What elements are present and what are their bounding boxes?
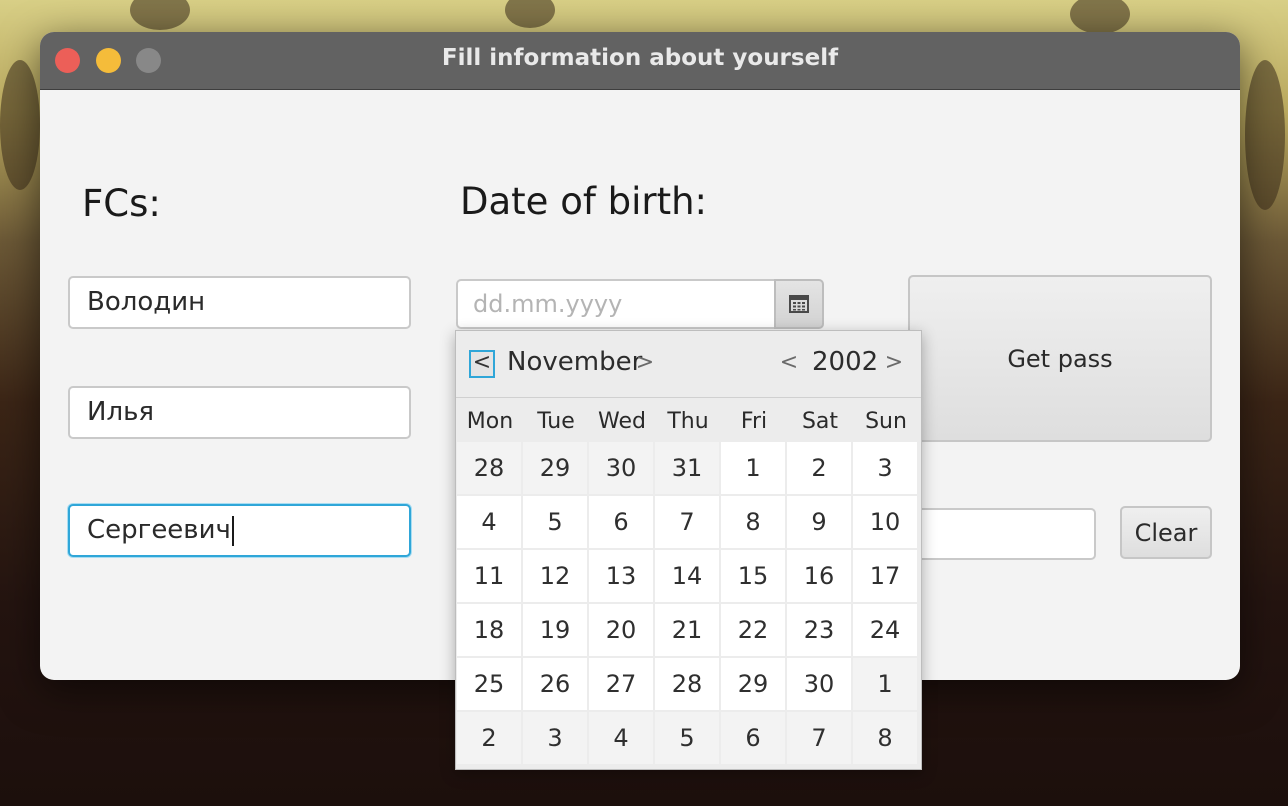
calendar-day-other-month[interactable]: 28 bbox=[457, 442, 523, 496]
get-pass-button[interactable]: Get pass bbox=[908, 275, 1212, 442]
window-title: Fill information about yourself bbox=[441, 45, 839, 71]
title-bar[interactable]: Fill information about yourself bbox=[40, 32, 1240, 90]
calendar-day-other-month[interactable]: 4 bbox=[589, 712, 655, 766]
calendar-button[interactable] bbox=[774, 279, 824, 329]
calendar-day[interactable]: 16 bbox=[787, 550, 853, 604]
patronymic-field[interactable]: Сергеевич bbox=[68, 504, 411, 557]
background-figure bbox=[1245, 60, 1285, 210]
date-picker-header: < November > < 2002 > bbox=[456, 331, 921, 397]
calendar-day-other-month[interactable]: 7 bbox=[787, 712, 853, 766]
text-caret bbox=[231, 515, 234, 546]
calendar-day[interactable]: 28 bbox=[655, 658, 721, 712]
date-of-birth-input[interactable]: dd.mm.yyyy bbox=[456, 279, 776, 329]
year-label: 2002 bbox=[812, 347, 879, 377]
weekday-header: Fri bbox=[721, 398, 787, 442]
next-month-button[interactable]: > bbox=[632, 350, 658, 378]
background-figure bbox=[1070, 0, 1130, 34]
calendar-day[interactable]: 26 bbox=[523, 658, 589, 712]
background-figure bbox=[505, 0, 555, 28]
calendar-day[interactable]: 23 bbox=[787, 604, 853, 658]
calendar-day[interactable]: 8 bbox=[721, 496, 787, 550]
next-year-button[interactable]: > bbox=[881, 350, 907, 378]
calendar-day[interactable]: 3 bbox=[853, 442, 919, 496]
calendar-day-other-month[interactable]: 30 bbox=[589, 442, 655, 496]
pass-output-field[interactable] bbox=[900, 508, 1096, 560]
clear-button[interactable]: Clear bbox=[1120, 506, 1212, 559]
surname-value: Володин bbox=[87, 287, 206, 317]
calendar-day-other-month[interactable]: 1 bbox=[853, 658, 919, 712]
calendar-day[interactable]: 20 bbox=[589, 604, 655, 658]
calendar-day[interactable]: 4 bbox=[457, 496, 523, 550]
app-window: Fill information about yourself FCs: Dat… bbox=[40, 32, 1240, 770]
clear-label: Clear bbox=[1134, 518, 1198, 547]
calendar-day[interactable]: 18 bbox=[457, 604, 523, 658]
first-name-field[interactable]: Илья bbox=[68, 386, 411, 439]
calendar-day[interactable]: 21 bbox=[655, 604, 721, 658]
calendar-day-other-month[interactable]: 3 bbox=[523, 712, 589, 766]
calendar-day[interactable]: 24 bbox=[853, 604, 919, 658]
weekday-header: Sun bbox=[853, 398, 919, 442]
calendar-day[interactable]: 22 bbox=[721, 604, 787, 658]
calendar-day-other-month[interactable]: 8 bbox=[853, 712, 919, 766]
weekday-header: Tue bbox=[523, 398, 589, 442]
calendar-day[interactable]: 14 bbox=[655, 550, 721, 604]
calendar-grid: Mon Tue Wed Thu Fri Sat Sun 28 29 30 31 1 2 3 4 5 6 7 8 9 10… bbox=[457, 398, 919, 766]
calendar-day[interactable]: 15 bbox=[721, 550, 787, 604]
calendar-day-other-month[interactable]: 31 bbox=[655, 442, 721, 496]
patronymic-value: Сергеевич bbox=[87, 515, 231, 545]
calendar-day-other-month[interactable]: 6 bbox=[721, 712, 787, 766]
calendar-day[interactable]: 5 bbox=[523, 496, 589, 550]
calendar-day[interactable]: 17 bbox=[853, 550, 919, 604]
calendar-day-other-month[interactable]: 29 bbox=[523, 442, 589, 496]
calendar-day-other-month[interactable]: 2 bbox=[457, 712, 523, 766]
weekday-header: Sat bbox=[787, 398, 853, 442]
calendar-day[interactable]: 11 bbox=[457, 550, 523, 604]
calendar-day[interactable]: 2 bbox=[787, 442, 853, 496]
background-figure bbox=[0, 60, 40, 190]
prev-year-button[interactable]: < bbox=[776, 350, 802, 378]
get-pass-label: Get pass bbox=[1007, 344, 1113, 373]
calendar-day[interactable]: 7 bbox=[655, 496, 721, 550]
calendar-day[interactable]: 13 bbox=[589, 550, 655, 604]
calendar-day[interactable]: 6 bbox=[589, 496, 655, 550]
background-figure bbox=[130, 0, 190, 30]
calendar-day[interactable]: 25 bbox=[457, 658, 523, 712]
first-name-value: Илья bbox=[87, 397, 155, 427]
fcs-label: FCs: bbox=[82, 182, 161, 225]
weekday-header: Wed bbox=[589, 398, 655, 442]
calendar-day[interactable]: 27 bbox=[589, 658, 655, 712]
prev-month-button[interactable]: < bbox=[469, 350, 495, 378]
date-placeholder: dd.mm.yyyy bbox=[473, 290, 623, 318]
month-label: November bbox=[507, 347, 643, 377]
calendar-day[interactable]: 12 bbox=[523, 550, 589, 604]
calendar-day[interactable]: 1 bbox=[721, 442, 787, 496]
calendar-icon bbox=[789, 295, 809, 313]
calendar-day[interactable]: 9 bbox=[787, 496, 853, 550]
weekday-header: Mon bbox=[457, 398, 523, 442]
calendar-day[interactable]: 19 bbox=[523, 604, 589, 658]
calendar-day[interactable]: 29 bbox=[721, 658, 787, 712]
date-of-birth-label: Date of birth: bbox=[460, 180, 708, 223]
surname-field[interactable]: Володин bbox=[68, 276, 411, 329]
calendar-day[interactable]: 30 bbox=[787, 658, 853, 712]
weekday-header: Thu bbox=[655, 398, 721, 442]
calendar-day[interactable]: 10 bbox=[853, 496, 919, 550]
calendar-day-other-month[interactable]: 5 bbox=[655, 712, 721, 766]
date-picker-popup: < November > < 2002 > Mon Tue Wed Thu Fri Sat… bbox=[455, 330, 922, 770]
